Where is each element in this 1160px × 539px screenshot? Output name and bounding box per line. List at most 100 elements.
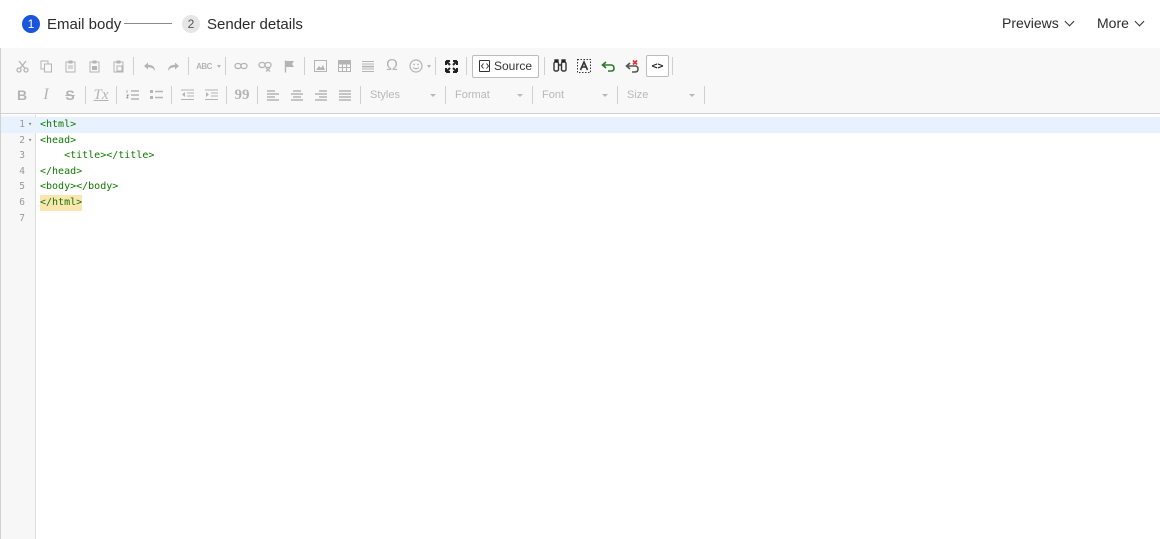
toolbar-separator: [225, 57, 226, 75]
step-label-email-body: Email body: [47, 15, 122, 33]
dropdown-arrow-icon: [602, 93, 608, 97]
justify-icon[interactable]: [333, 83, 357, 107]
toolbar-row-2: B I S Tx 99 Styles Format Font Size: [10, 82, 708, 108]
line-number: 2: [19, 134, 25, 146]
step-sender-details[interactable]: 2 Sender details: [182, 14, 303, 34]
source-icon: [479, 60, 490, 72]
special-char-icon[interactable]: Ω: [380, 54, 404, 78]
redo-icon[interactable]: [161, 54, 185, 78]
select-all-icon[interactable]: [572, 54, 596, 78]
code-line[interactable]: 3 <title></title>: [1, 148, 1160, 164]
code-line[interactable]: 7: [1, 211, 1160, 227]
line-number: 3: [19, 150, 25, 162]
code-line[interactable]: 6 </html>: [1, 195, 1160, 211]
styles-label: Styles: [370, 89, 400, 101]
dropdown-arrow-icon: [689, 93, 695, 97]
align-left-icon[interactable]: [261, 83, 285, 107]
undo-icon[interactable]: [137, 54, 161, 78]
anchor-flag-icon[interactable]: [277, 54, 301, 78]
more-menu[interactable]: More: [1097, 15, 1145, 31]
bold-icon[interactable]: B: [10, 83, 34, 107]
toolbar-separator: [360, 86, 361, 104]
styles-dropdown[interactable]: Styles: [364, 84, 442, 106]
maximize-icon[interactable]: [439, 54, 463, 78]
code-line[interactable]: 5 <body></body>: [1, 179, 1160, 195]
code-line[interactable]: 4 </head>: [1, 164, 1160, 180]
toolbar-separator: [617, 86, 618, 104]
find-icon[interactable]: [548, 54, 572, 78]
code-text: <body></body>: [40, 181, 119, 193]
source-label: Source: [494, 59, 533, 73]
increase-indent-icon[interactable]: [199, 83, 223, 107]
italic-icon[interactable]: I: [34, 83, 58, 107]
decrease-indent-icon[interactable]: [175, 83, 199, 107]
format-label: Format: [455, 89, 490, 101]
horizontal-line-icon[interactable]: [356, 54, 380, 78]
code-text: </head>: [40, 165, 83, 177]
code-line[interactable]: 1 ▾ <html>: [1, 117, 1160, 133]
code-text: <title></title>: [40, 150, 155, 162]
step-label-sender-details: Sender details: [207, 15, 303, 33]
chevron-down-icon: [1064, 16, 1075, 26]
align-center-icon[interactable]: [285, 83, 309, 107]
code-text: <html>: [40, 119, 77, 130]
unlink-icon[interactable]: [253, 54, 277, 78]
line-number: 5: [19, 181, 25, 193]
toolbar-separator: [188, 57, 189, 75]
toolbar-row-1: ABC Ω Source <>: [10, 53, 676, 79]
bulleted-list-icon[interactable]: [144, 83, 168, 107]
toolbar-separator: [532, 86, 533, 104]
strikethrough-icon[interactable]: S: [58, 83, 82, 107]
link-icon[interactable]: [229, 54, 253, 78]
toolbar-separator: [544, 57, 546, 75]
paste-text-icon[interactable]: [82, 54, 106, 78]
line-number: 4: [19, 165, 25, 177]
paste-word-icon[interactable]: [106, 54, 130, 78]
cut-icon[interactable]: [10, 54, 34, 78]
toolbar-separator: [171, 86, 172, 104]
source-code-area[interactable]: 1 ▾ <html> 2 ▾ <head> 3 <title></title> …: [1, 115, 1160, 539]
code-text: <head>: [40, 134, 77, 146]
previews-menu[interactable]: Previews: [1002, 15, 1075, 31]
size-dropdown[interactable]: Size: [621, 84, 701, 106]
numbered-list-icon[interactable]: [120, 83, 144, 107]
toolbar-separator: [226, 86, 227, 104]
toolbar-separator: [116, 86, 117, 104]
toolbar-separator: [133, 57, 134, 75]
fold-arrow-icon[interactable]: ▾: [28, 133, 32, 149]
step-number-2: 2: [182, 15, 200, 33]
editor-toolbar: ABC Ω Source <> B I S Tx 99 Styles Forma…: [1, 48, 1160, 114]
undo-format-icon[interactable]: [596, 54, 620, 78]
fold-arrow-icon[interactable]: ▾: [28, 117, 32, 133]
font-dropdown[interactable]: Font: [536, 84, 614, 106]
code-line[interactable]: 2 ▾ <head>: [1, 133, 1160, 149]
align-right-icon[interactable]: [309, 83, 333, 107]
line-number: 7: [19, 212, 25, 224]
spellcheck-icon[interactable]: ABC: [192, 54, 222, 78]
clear-format-icon[interactable]: Tx: [89, 83, 113, 107]
copy-icon[interactable]: [34, 54, 58, 78]
toolbar-separator: [435, 57, 436, 75]
remove-format-icon[interactable]: [620, 54, 644, 78]
line-number: 6: [19, 197, 25, 208]
blockquote-icon[interactable]: 99: [230, 83, 254, 107]
toolbar-separator: [304, 57, 305, 75]
size-label: Size: [627, 89, 649, 101]
more-label: More: [1097, 15, 1129, 31]
dropdown-arrow-icon: [430, 93, 436, 97]
emoji-icon[interactable]: [404, 54, 432, 78]
toolbar-separator: [445, 86, 446, 104]
image-icon[interactable]: [308, 54, 332, 78]
toolbar-separator: [704, 86, 705, 104]
paste-icon[interactable]: [58, 54, 82, 78]
source-button[interactable]: Source: [472, 54, 540, 78]
font-label: Font: [542, 89, 565, 101]
step-connector: [124, 23, 172, 24]
table-icon[interactable]: [332, 54, 356, 78]
step-email-body[interactable]: 1 Email body: [22, 14, 121, 34]
toolbar-separator: [672, 57, 674, 75]
format-dropdown[interactable]: Format: [449, 84, 529, 106]
toolbar-separator: [466, 57, 467, 75]
code-view-button[interactable]: <>: [646, 55, 670, 77]
rich-text-editor: ABC Ω Source <> B I S Tx 99 Styles Forma…: [0, 48, 1160, 539]
